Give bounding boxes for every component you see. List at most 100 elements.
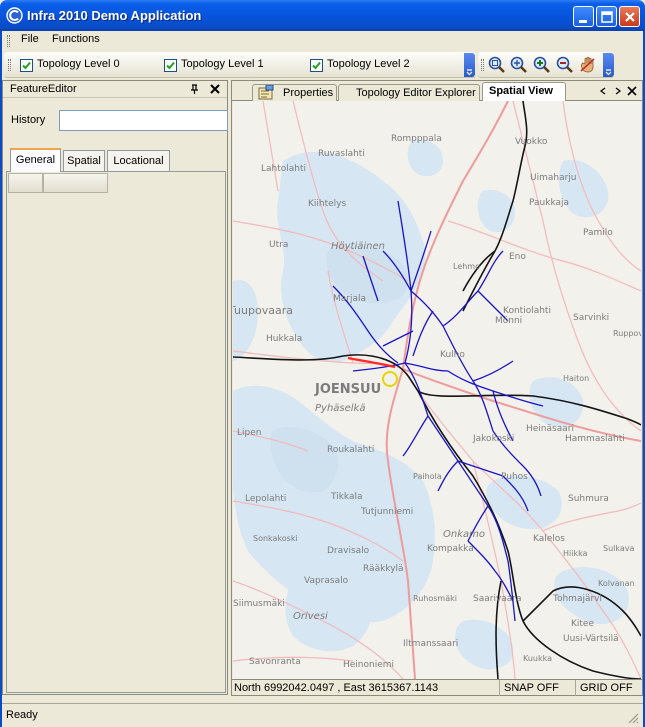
zoom-area-icon[interactable] bbox=[487, 55, 507, 75]
topology-level-1-checkbox[interactable] bbox=[164, 59, 177, 72]
map-place-label: Kompakka bbox=[427, 544, 474, 554]
map-place-label: Rääkkylä bbox=[363, 564, 404, 574]
map-place-label: Tuupovaara bbox=[233, 304, 293, 317]
map-place-label: Pamilo bbox=[583, 228, 613, 238]
history-input[interactable] bbox=[59, 110, 228, 131]
feature-editor-header: FeatureEditor bbox=[3, 81, 227, 98]
map-place-label: Paukkaja bbox=[529, 198, 569, 208]
map-place-label: Heinäsaari bbox=[526, 424, 574, 434]
properties-icon bbox=[258, 84, 274, 100]
tab-spatial[interactable]: Spatial bbox=[63, 150, 105, 171]
map-place-label: Ruvaslahti bbox=[318, 149, 365, 159]
maximize-button[interactable] bbox=[596, 6, 617, 27]
layer-toolbar-grip[interactable] bbox=[8, 59, 11, 71]
topology-level-1-label: Topology Level 1 bbox=[181, 58, 264, 70]
map-place-label: Kulho bbox=[440, 350, 465, 360]
layer-toolbar-overflow[interactable] bbox=[464, 53, 475, 77]
topology-level-2-checkbox[interactable] bbox=[310, 59, 323, 72]
map-place-label: Sulkava bbox=[603, 544, 635, 553]
doc-tab-topology-editor-explorer[interactable]: Topology Editor Explorer bbox=[338, 84, 480, 101]
map-place-label: Savonranta bbox=[249, 657, 301, 667]
map-place-label: Hiikka bbox=[563, 549, 588, 558]
tab-locational[interactable]: Locational bbox=[107, 150, 170, 171]
map-place-label: Lahtolahti bbox=[261, 164, 306, 174]
panel-close-icon[interactable] bbox=[209, 83, 221, 95]
map-place-label: Iltmanssaari bbox=[403, 639, 458, 649]
menu-file[interactable]: File bbox=[21, 33, 39, 45]
window-title: Infra 2010 Demo Application bbox=[27, 8, 202, 23]
topology-level-0-label: Topology Level 0 bbox=[37, 58, 120, 70]
grid-header-cell[interactable] bbox=[8, 173, 43, 193]
pin-icon[interactable] bbox=[189, 83, 201, 95]
title-bar[interactable]: Infra 2010 Demo Application bbox=[0, 0, 645, 31]
zoom-fit-icon[interactable] bbox=[509, 55, 529, 75]
map-place-label: Siimusmäki bbox=[233, 599, 285, 609]
map-place-label: Höytiäinen bbox=[331, 241, 385, 252]
topology-level-0-checkbox[interactable] bbox=[20, 59, 33, 72]
map-place-label: Kitee bbox=[571, 619, 594, 629]
tab-scroll-left-icon[interactable] bbox=[599, 86, 609, 96]
doc-close-icon[interactable] bbox=[627, 86, 637, 96]
map-place-label: Tutjunniemi bbox=[360, 507, 413, 517]
map-place-label: Suhmura bbox=[568, 494, 609, 504]
map-place-label: Onkamo bbox=[443, 529, 485, 540]
map-place-label: Lepolahti bbox=[245, 494, 286, 504]
map-place-label: Jakokoski bbox=[472, 434, 514, 444]
snap-toggle[interactable]: SNAP OFF bbox=[499, 680, 573, 696]
map-place-label: Hammaslahti bbox=[565, 434, 625, 444]
map-place-label: Uusi-Värtsilä bbox=[563, 634, 619, 644]
map-place-label: Hukkala bbox=[266, 334, 302, 344]
map-place-label: Lipen bbox=[237, 428, 261, 438]
feature-editor-panel: FeatureEditor History General Spatial Lo… bbox=[2, 80, 228, 695]
map-place-label: Saarivaara bbox=[473, 594, 522, 604]
map-place-label: Puhos bbox=[501, 472, 528, 482]
grid-header-cell[interactable] bbox=[43, 173, 108, 193]
pan-hand-icon[interactable] bbox=[578, 55, 598, 75]
map-place-label: Roukalahti bbox=[327, 445, 374, 455]
history-label: History bbox=[11, 114, 46, 126]
close-button[interactable] bbox=[619, 6, 640, 27]
map-place-label: Rompppala bbox=[391, 134, 442, 144]
map-place-label: Dravisalo bbox=[327, 546, 370, 556]
zoom-toolbar-overflow[interactable] bbox=[603, 53, 614, 77]
map-place-label: JOENSUU bbox=[314, 382, 381, 397]
doc-tab-properties-label: Properties bbox=[283, 87, 334, 99]
feature-editor-title: FeatureEditor bbox=[10, 83, 77, 95]
map-place-label: Tohmajärvi bbox=[552, 594, 602, 604]
document-area: Properties Topology Editor Explorer Spat… bbox=[231, 80, 643, 696]
tab-scroll-right-icon[interactable] bbox=[613, 86, 623, 96]
map-place-label: Paihola bbox=[413, 472, 442, 481]
doc-tab-spatial-view[interactable]: Spatial View bbox=[482, 82, 566, 102]
map-place-label: Pyhäselkä bbox=[315, 403, 365, 414]
map-place-label: Kolvanan bbox=[598, 579, 635, 588]
topology-level-2-label: Topology Level 2 bbox=[327, 58, 410, 70]
map-place-label: Utra bbox=[269, 240, 288, 250]
grid-toggle[interactable]: GRID OFF bbox=[575, 680, 642, 696]
map-place-label: Ruppova bbox=[613, 329, 641, 338]
map-place-label: Kiihtelys bbox=[308, 199, 346, 209]
map-place-label: Eno bbox=[509, 252, 526, 262]
minimize-button[interactable] bbox=[573, 6, 594, 27]
map-place-label: Tikkala bbox=[330, 492, 363, 502]
map-place-label: Kuukka bbox=[523, 654, 552, 663]
resize-grip-icon[interactable] bbox=[627, 712, 639, 724]
general-tab-content bbox=[6, 171, 226, 693]
menu-functions[interactable]: Functions bbox=[52, 33, 100, 45]
zoom-out-icon[interactable] bbox=[555, 55, 575, 75]
map-place-label: Heinoniemi bbox=[343, 660, 394, 670]
tab-general[interactable]: General bbox=[10, 148, 61, 172]
zoom-toolbar-grip[interactable] bbox=[481, 59, 484, 71]
map-place-label: Vuokko bbox=[515, 137, 548, 147]
map-canvas[interactable]: Rompppala Ruvaslahti Lahtolahti Kiihtelys Ut… bbox=[233, 101, 641, 679]
app-status-bar: Ready bbox=[0, 703, 645, 727]
map-place-label: Lehmo bbox=[453, 262, 480, 271]
map-place-label: Vaprasalo bbox=[304, 576, 349, 586]
map-place-label: Mönni bbox=[495, 316, 522, 326]
map-place-label: Ruhosmäki bbox=[413, 594, 457, 603]
map-place-label: Haiton bbox=[563, 374, 589, 383]
zoom-in-icon[interactable] bbox=[532, 55, 552, 75]
menu-grip[interactable] bbox=[7, 35, 10, 47]
map-place-label: Orivesi bbox=[293, 611, 328, 622]
spatial-map[interactable]: Rompppala Ruvaslahti Lahtolahti Kiihtelys Ut… bbox=[233, 101, 641, 679]
map-place-label: Kalelos bbox=[533, 534, 565, 544]
